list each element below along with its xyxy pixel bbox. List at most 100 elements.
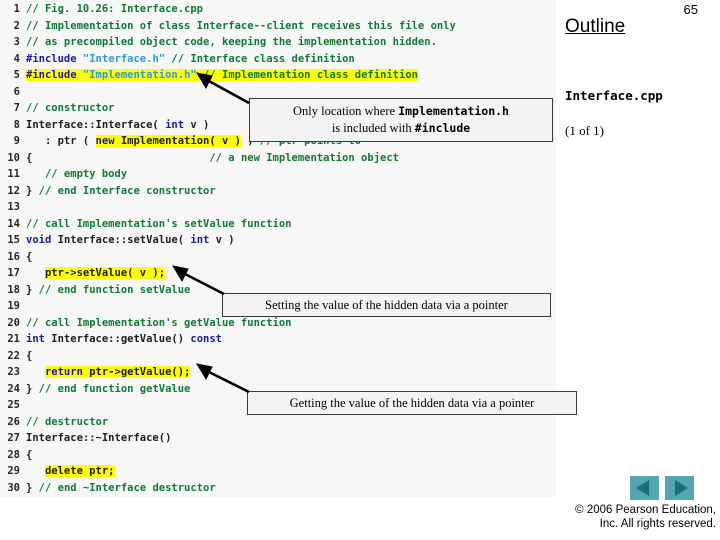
code-token: { — [26, 349, 33, 362]
code-line-number: 26 — [7, 415, 20, 428]
code-line-content: // destructor — [26, 416, 108, 428]
code-line: 16 { — [0, 249, 556, 265]
page-number: 65 — [683, 2, 698, 17]
callout-include-location: Only location where Implementation.h is … — [249, 98, 553, 142]
code-line-content: return ptr->getValue(); — [26, 366, 191, 378]
code-line-number: 10 — [7, 151, 20, 164]
code-token: Interface::~Interface() — [26, 432, 172, 444]
code-token: // Implementation of class Interface--cl… — [26, 19, 456, 32]
code-token: const — [190, 333, 222, 345]
code-line-content: void Interface::setValue( int v ) — [26, 234, 235, 246]
copyright-line-2: Inc. All rights reserved. — [599, 518, 716, 530]
code-line-number: 19 — [7, 300, 20, 312]
code-line-content: delete ptr; — [26, 465, 115, 477]
code-line-number: 21 — [7, 333, 20, 345]
code-token: // destructor — [26, 415, 109, 428]
code-token: #include — [26, 52, 83, 65]
code-line-number: 25 — [7, 399, 20, 411]
code-token: v ) — [184, 118, 210, 131]
slide-navigation — [630, 476, 696, 502]
code-line-content: } // end function setValue — [26, 284, 190, 296]
next-slide-button[interactable] — [665, 476, 694, 500]
code-line-content: // constructor — [26, 102, 115, 114]
code-line-number: 20 — [7, 316, 20, 329]
code-token: v ) — [209, 234, 235, 246]
callout-getting-value: Getting the value of the hidden data via… — [247, 391, 577, 415]
code-line: 3 // as precompiled object code, keeping … — [0, 34, 556, 50]
code-line-number: 2 — [13, 19, 20, 32]
code-line-content: { — [26, 350, 32, 362]
code-line-content: // call Implementation's setValue functi… — [26, 218, 292, 230]
code-line-number: 3 — [13, 36, 20, 48]
code-line-number: 29 — [7, 465, 20, 477]
code-line: 13 — [0, 199, 556, 215]
code-line-number: 11 — [7, 168, 20, 180]
callout-include-line1-code: Implementation.h — [398, 104, 509, 118]
code-token: void — [26, 234, 52, 246]
code-line-number: 15 — [7, 234, 20, 246]
code-token: new — [95, 135, 115, 147]
code-token: int — [165, 118, 185, 131]
callout-include-line2-code: #include — [414, 121, 471, 135]
code-line-content: // call Implementation's getValue functi… — [26, 317, 292, 329]
copyright-notice: © 2006 Pearson Education, Inc. All right… — [556, 503, 716, 531]
code-line-number: 23 — [7, 366, 20, 378]
code-line-number: 5 — [13, 69, 20, 81]
code-line-content: int Interface::getValue() const — [26, 333, 222, 345]
code-line-content: } // end Interface constructor — [26, 185, 216, 197]
code-line-number: 16 — [7, 250, 20, 263]
code-token: // call Implementation's setValue functi… — [26, 217, 292, 230]
code-line-number: 17 — [7, 267, 20, 279]
code-line-content: { — [26, 449, 32, 461]
code-line: 27 Interface::~Interface() — [0, 430, 556, 446]
code-line-number: 13 — [7, 201, 20, 213]
code-line: 14 // call Implementation's setValue func… — [0, 216, 556, 232]
code-token: // a new Implementation object — [32, 151, 399, 164]
code-token: { — [26, 448, 33, 461]
outline-heading: Outline — [565, 16, 626, 37]
code-line-number: 7 — [13, 102, 20, 114]
code-line-content: } // end function getValue — [26, 383, 190, 395]
triangle-right-icon — [675, 480, 688, 496]
code-line-content: #include "Interface.h" // Interface clas… — [26, 53, 355, 65]
code-line: 26 // destructor — [0, 414, 556, 430]
code-token: } — [26, 382, 39, 395]
code-line-content: // Fig. 10.26: Interface.cpp — [26, 3, 203, 15]
previous-slide-button[interactable] — [630, 476, 659, 500]
code-line: 28 { — [0, 447, 556, 463]
code-line: 30} // end ~Interface destructor — [0, 480, 556, 496]
code-line-content: Interface::Interface( int v ) — [26, 119, 209, 131]
code-listing-panel: 1 // Fig. 10.26: Interface.cpp 2 // Impleme… — [0, 0, 556, 497]
code-line-number: 9 — [13, 135, 20, 147]
code-line-number: 14 — [7, 217, 20, 230]
code-token: // end Interface constructor — [38, 184, 216, 197]
code-token: { — [26, 250, 33, 263]
code-token: int — [190, 234, 210, 246]
code-line-number: 4 — [13, 52, 20, 65]
code-line: 21 int Interface::getValue() const — [0, 331, 556, 347]
code-line-content: Interface::~Interface() — [26, 432, 171, 444]
code-line-content: ptr->setValue( v ); — [26, 267, 166, 279]
code-line: 5 #include "Implementation.h" // Implemen… — [0, 67, 556, 83]
code-line: 29 delete ptr; — [0, 463, 556, 479]
callout-include-line2-text: is included with — [331, 121, 415, 135]
code-line-number: 30 — [7, 481, 20, 494]
code-token: Interface::Interface( — [26, 118, 166, 131]
code-token: // end function getValue — [38, 382, 191, 395]
code-line-content: #include "Implementation.h" // Implement… — [26, 69, 418, 81]
code-token: } — [26, 283, 39, 296]
code-token: // end function setValue — [38, 283, 191, 296]
code-line: 17 ptr->setValue( v ); — [0, 265, 556, 281]
outline-file-name: Interface.cpp — [565, 88, 663, 103]
code-line-content: { — [26, 251, 32, 263]
code-token: ptr->setValue( v ); — [44, 267, 166, 279]
code-token: // as precompiled object code, keeping t… — [26, 36, 437, 48]
code-line: 15 void Interface::setValue( int v ) — [0, 232, 556, 248]
code-line-number: 8 — [13, 118, 20, 131]
code-line: 12} // end Interface constructor — [0, 183, 556, 199]
code-token: "Interface.h" — [82, 52, 166, 65]
code-line: 2 // Implementation of class Interface--c… — [0, 18, 556, 34]
